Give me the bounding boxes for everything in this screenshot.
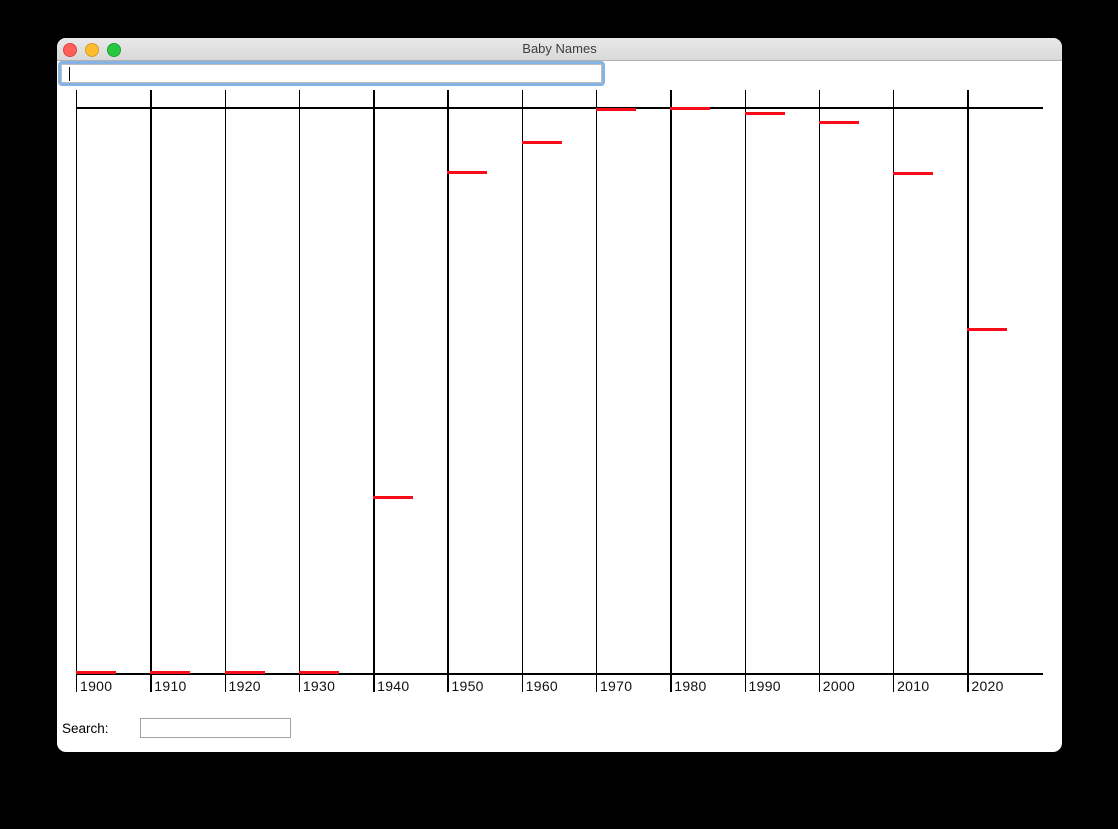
decade-gridline bbox=[893, 90, 894, 692]
rank-chart: 1900 1910 1920 1930 1940 1950 1960 1970 1980 1990… bbox=[57, 38, 1062, 752]
decade-gridline bbox=[967, 90, 968, 692]
search-input[interactable] bbox=[140, 718, 291, 738]
rank-dash bbox=[373, 496, 413, 499]
rank-dash bbox=[596, 108, 636, 111]
decade-gridline bbox=[299, 90, 300, 692]
rank-dash bbox=[967, 328, 1007, 331]
rank-dash bbox=[447, 171, 487, 174]
decade-gridline bbox=[596, 90, 597, 692]
decade-gridline bbox=[150, 90, 151, 692]
decade-label: 1950 bbox=[451, 678, 483, 694]
decade-gridline bbox=[373, 90, 374, 692]
decade-label: 1990 bbox=[749, 678, 781, 694]
decade-gridline bbox=[819, 90, 820, 692]
x-axis-line bbox=[76, 673, 1043, 675]
rank-dash bbox=[893, 172, 933, 175]
rank-dash bbox=[670, 107, 710, 110]
decade-label: 1900 bbox=[80, 678, 112, 694]
chart-top-line bbox=[76, 107, 1043, 109]
decade-gridline bbox=[225, 90, 226, 692]
decade-label: 2000 bbox=[823, 678, 855, 694]
decade-label: 2020 bbox=[971, 678, 1003, 694]
rank-dash bbox=[76, 671, 116, 674]
search-label: Search: bbox=[62, 721, 109, 736]
decade-gridline bbox=[745, 90, 746, 692]
decade-gridline bbox=[670, 90, 671, 692]
decade-label: 1910 bbox=[154, 678, 186, 694]
rank-dash bbox=[299, 671, 339, 674]
rank-dash bbox=[150, 671, 190, 674]
name-input-focus-ring bbox=[58, 61, 605, 86]
decade-label: 1960 bbox=[526, 678, 558, 694]
rank-dash bbox=[522, 141, 562, 144]
desktop-background: Baby Names 19001910192019301940195019601… bbox=[0, 0, 1118, 829]
decade-label: 1920 bbox=[229, 678, 261, 694]
rank-dash bbox=[819, 121, 859, 124]
name-input-field bbox=[61, 64, 602, 83]
app-window: Baby Names 19001910192019301940195019601… bbox=[57, 38, 1062, 752]
rank-dash bbox=[225, 671, 265, 674]
decade-label: 1930 bbox=[303, 678, 335, 694]
rank-dash bbox=[745, 112, 785, 115]
decade-gridline bbox=[522, 90, 523, 692]
decade-label: 2010 bbox=[897, 678, 929, 694]
window-title: Baby Names bbox=[57, 38, 1062, 60]
decade-label: 1940 bbox=[377, 678, 409, 694]
text-caret bbox=[69, 67, 70, 81]
decade-gridline bbox=[76, 90, 77, 692]
decade-label: 1970 bbox=[600, 678, 632, 694]
decade-gridline bbox=[447, 90, 448, 692]
decade-label: 1980 bbox=[674, 678, 706, 694]
name-input[interactable] bbox=[68, 65, 595, 82]
titlebar[interactable]: Baby Names bbox=[57, 38, 1062, 61]
